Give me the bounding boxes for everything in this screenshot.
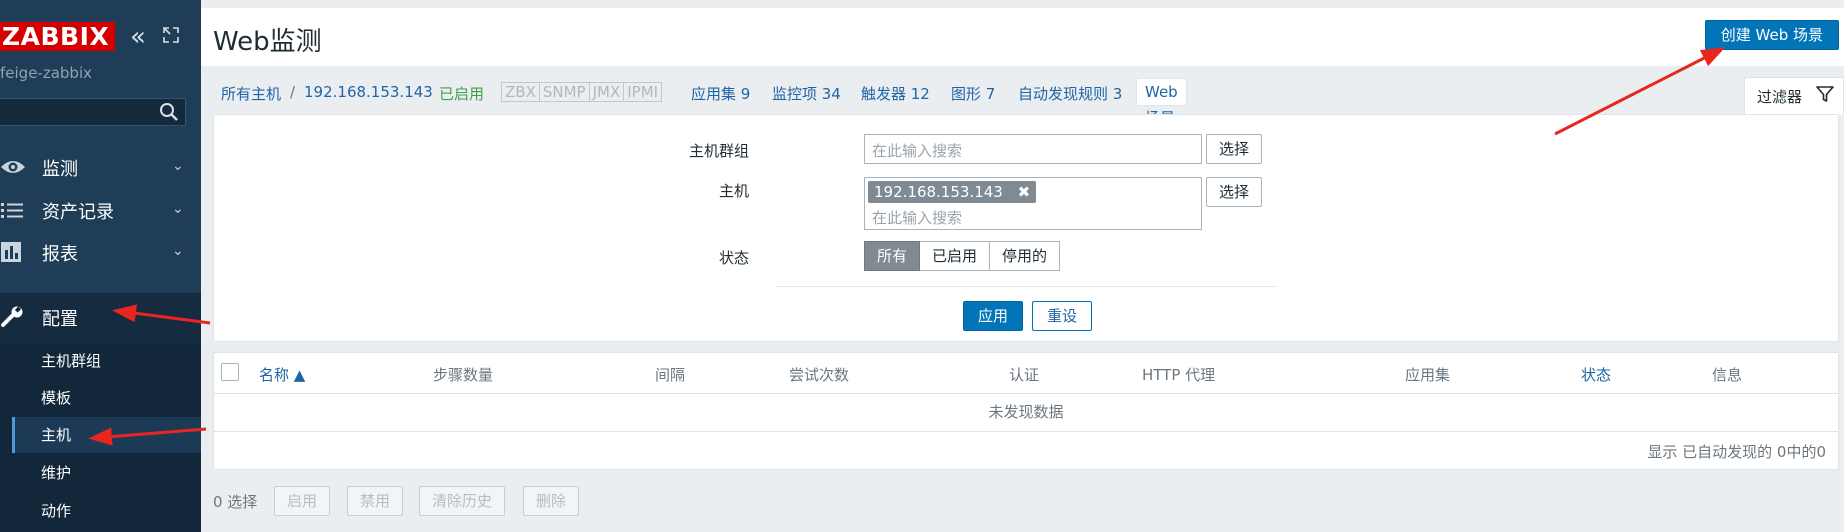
jmx-badge: JMX <box>590 83 625 101</box>
nav-applications[interactable]: 应用集 9 <box>691 83 750 104</box>
column-attempts: 尝试次数 <box>789 366 850 384</box>
search-icon[interactable] <box>159 102 179 122</box>
snmp-badge: SNMP <box>540 83 590 101</box>
page-title: Web监测 <box>213 27 322 57</box>
configuration-submenu: 主机群组 模板 主机 维护 动作 <box>0 343 201 532</box>
chevron-down-icon: ⌄ <box>172 158 184 174</box>
apply-button[interactable]: 应用 <box>963 301 1024 331</box>
column-steps: 步骤数量 <box>433 366 494 384</box>
zabbix-logo[interactable]: ZABBIX <box>0 22 116 51</box>
ipmi-badge: IPMI <box>627 83 659 101</box>
no-data-message: 未发现数据 <box>214 393 1838 432</box>
breadcrumb-all-hosts[interactable]: 所有主机 <box>221 83 281 104</box>
wrench-icon <box>1 306 23 327</box>
paging-info: 显示 已自动发现的 0中的0 <box>1647 443 1826 461</box>
bar-chart-icon <box>1 242 21 262</box>
host-multiselect[interactable]: 192.168.153.143 ✖ 在此输入搜索 <box>864 177 1202 230</box>
select-all-checkbox[interactable] <box>221 363 239 381</box>
column-interval: 间隔 <box>655 366 686 384</box>
menu-configuration[interactable]: 配置 <box>0 293 201 343</box>
host-label: 主机 <box>718 182 749 200</box>
host-tag: 192.168.153.143 ✖ <box>868 181 1037 203</box>
submenu-host-groups[interactable]: 主机群组 <box>12 343 201 379</box>
nav-triggers[interactable]: 触发器 12 <box>861 83 930 104</box>
kiosk-mode-icon[interactable] <box>162 26 180 44</box>
sidebar-search-input[interactable] <box>0 98 186 126</box>
remove-tag-icon[interactable]: ✖ <box>1018 183 1031 201</box>
table-header: 名称 ▲ 步骤数量 间隔 尝试次数 认证 HTTP 代理 应用集 状态 信息 <box>214 353 1838 394</box>
eye-icon <box>1 161 25 173</box>
clear-history-button[interactable]: 清除历史 <box>419 486 506 516</box>
submenu-actions[interactable]: 动作 <box>12 493 201 529</box>
enable-button[interactable]: 启用 <box>274 486 331 516</box>
collapse-sidebar-icon[interactable]: « <box>130 24 146 50</box>
status-label: 状态 <box>718 249 749 267</box>
host-placeholder: 在此输入搜索 <box>872 209 963 227</box>
host-select-button[interactable]: 选择 <box>1206 177 1263 207</box>
filter-panel: 主机群组 在此输入搜索 选择 主机 192.168.153.143 ✖ 在此输入… <box>213 114 1839 342</box>
menu-inventory-label: 资产记录 <box>42 202 114 223</box>
nav-discovery-rules[interactable]: 自动发现规则 3 <box>1018 83 1122 104</box>
web-scenarios-table: 名称 ▲ 步骤数量 间隔 尝试次数 认证 HTTP 代理 应用集 状态 信息 未… <box>213 352 1839 470</box>
status-option-disabled[interactable]: 停用的 <box>990 241 1061 271</box>
column-authentication: 认证 <box>1009 366 1040 384</box>
host-group-label: 主机群组 <box>688 142 749 160</box>
breadcrumb-host[interactable]: 192.168.153.143 <box>304 83 433 101</box>
host-group-input[interactable]: 在此输入搜索 <box>864 134 1202 164</box>
filter-divider <box>777 286 1277 287</box>
filter-icon <box>1816 86 1834 102</box>
server-name: feige-zabbix <box>0 64 92 82</box>
submenu-hosts[interactable]: 主机 <box>12 417 201 453</box>
chevron-down-icon: ⌄ <box>172 201 184 217</box>
nav-graphs[interactable]: 图形 7 <box>951 83 995 104</box>
status-option-enabled[interactable]: 已启用 <box>920 241 991 271</box>
nav-web-scenarios[interactable]: Web 场景 <box>1136 78 1187 127</box>
availability-badges: ZBX SNMP JMX IPMI <box>501 82 663 102</box>
filter-tab-label: 过滤器 <box>1757 88 1803 106</box>
sidebar: ZABBIX « feige-zabbix 监测 ⌄ 资产记录 ⌄ 报表 ⌄ 配… <box>0 0 201 532</box>
column-info: 信息 <box>1712 366 1743 384</box>
menu-reports[interactable]: 报表 ⌄ <box>0 228 201 277</box>
column-http-proxy: HTTP 代理 <box>1142 366 1216 384</box>
column-name[interactable]: 名称 ▲ <box>259 364 305 385</box>
zbx-badge: ZBX <box>502 83 540 101</box>
main-content: Web监测 创建 Web 场景 所有主机 / 192.168.153.143 已… <box>201 0 1844 532</box>
create-web-scenario-button[interactable]: 创建 Web 场景 <box>1704 20 1839 50</box>
menu-monitoring[interactable]: 监测 ⌄ <box>0 143 201 192</box>
selected-count: 0 选择 <box>213 493 258 511</box>
submenu-templates[interactable]: 模板 <box>12 380 201 416</box>
menu-configuration-label: 配置 <box>42 309 78 330</box>
submenu-maintenance[interactable]: 维护 <box>12 455 201 491</box>
page-header: Web监测 创建 Web 场景 <box>201 8 1844 66</box>
column-status[interactable]: 状态 <box>1581 364 1611 385</box>
filter-tab[interactable]: 过滤器 <box>1744 77 1844 115</box>
status-option-all[interactable]: 所有 <box>864 241 921 271</box>
breadcrumb-separator: / <box>290 83 296 101</box>
host-group-select-button[interactable]: 选择 <box>1206 134 1263 164</box>
menu-monitoring-label: 监测 <box>42 159 78 180</box>
list-icon <box>1 203 23 218</box>
disable-button[interactable]: 禁用 <box>347 486 404 516</box>
status-segmented-control: 所有 已启用 停用的 <box>864 241 1061 271</box>
column-application: 应用集 <box>1405 366 1451 384</box>
reset-button[interactable]: 重设 <box>1032 301 1093 331</box>
chevron-down-icon: ⌄ <box>172 243 184 259</box>
nav-items[interactable]: 监控项 34 <box>772 83 841 104</box>
delete-button[interactable]: 删除 <box>523 486 580 516</box>
host-status-enabled: 已启用 <box>439 85 485 103</box>
host-group-placeholder: 在此输入搜索 <box>872 142 963 160</box>
host-tag-label: 192.168.153.143 <box>874 183 1003 201</box>
menu-reports-label: 报表 <box>42 244 78 265</box>
